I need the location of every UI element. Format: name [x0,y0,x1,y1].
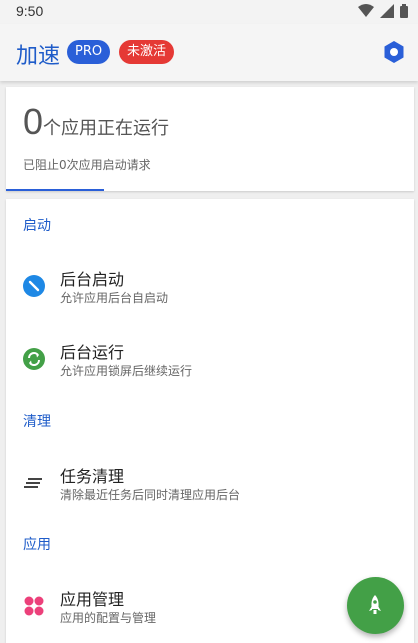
list-item-subtitle: 允许应用后台自启动 [60,291,169,305]
status-time: 9:50 [16,3,44,19]
section-header-startup: 启动 [23,218,51,234]
list-item-task-cleanup[interactable]: 任务清理 清除最近任务后同时清理应用后台 [6,455,414,511]
app-bar: 加速 PRO 未激活 [0,24,418,81]
list-item-background-start[interactable]: 后台启动 允许应用后台自启动 [6,258,414,314]
status-bar: 9:50 [0,0,418,24]
list-item-title: 应用管理 [60,590,125,609]
inactive-badge[interactable]: 未激活 [119,40,175,64]
tab-indicator [6,189,104,191]
sync-icon [23,348,45,370]
clear-all-icon [24,478,42,488]
boost-fab-button[interactable] [347,577,404,634]
wifi-icon [358,4,374,17]
section-header-cleanup: 清理 [23,414,51,430]
summary-card: 0个应用正在运行 已阻止0次应用启动请求 [6,87,414,191]
running-count: 0 [23,101,44,142]
signal-icon [380,4,394,18]
status-icons [358,4,408,18]
apps-grid-icon [24,596,44,616]
running-text: 个应用正在运行 [43,118,170,139]
list-item-title: 后台运行 [60,343,125,362]
blocked-text: 已阻止0次应用启动请求 [23,158,151,172]
list-item-subtitle: 允许应用锁屏后继续运行 [60,364,193,378]
block-icon [23,275,45,297]
settings-list: 启动 后台启动 允许应用后台自启动 后台运行 允许应用锁屏后继续运行 清理 任务… [6,199,414,643]
list-item-subtitle: 应用的配置与管理 [60,611,157,625]
list-item-title: 后台启动 [60,270,125,289]
rocket-icon [369,595,381,614]
pro-badge[interactable]: PRO [67,40,111,64]
list-item-title: 任务清理 [60,467,125,486]
battery-icon [400,4,408,18]
hexagon-icon[interactable] [382,40,406,64]
section-header-apps: 应用 [23,537,51,553]
running-summary: 0个应用正在运行 [23,101,169,143]
app-title: 加速 [16,44,61,69]
list-item-subtitle: 清除最近任务后同时清理应用后台 [60,488,241,502]
list-item-background-run[interactable]: 后台运行 允许应用锁屏后继续运行 [6,331,414,387]
